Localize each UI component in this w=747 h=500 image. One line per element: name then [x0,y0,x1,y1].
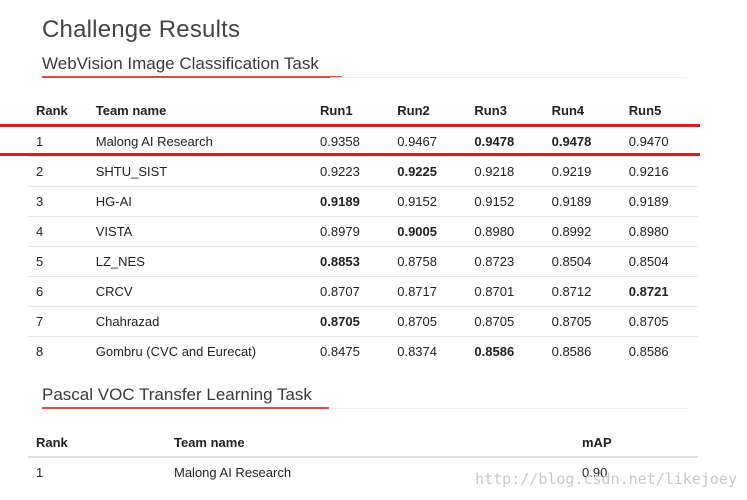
cell-team: VISTA [95,224,133,239]
cell-team: LZ_NES [95,254,145,269]
table-row: 7 Chahrazad 0.8705 0.8705 0.8705 0.8705 0.8705 [28,307,698,337]
cell-run2: 0.8374 [397,344,437,359]
cell-run5: 0.9189 [628,194,669,209]
cell-run3: 0.9218 [474,164,515,179]
cell-run1: 0.8705 [320,314,360,329]
col-header-run4: Run4 [551,103,585,118]
cell-rank: 4 [36,224,44,239]
cell-rank: 2 [36,164,44,179]
cell-run1: 0.8979 [320,224,360,239]
cell-run1: 0.9223 [320,164,360,179]
cell-rank: 7 [36,314,44,329]
cell-run3: 0.8586 [474,344,515,359]
watermark-text: http://blog.csdn.net/likejoey [475,470,737,488]
col-header-team: Team name [95,103,167,118]
cell-run5: 0.8586 [628,344,669,359]
col-header-rank: Rank [36,434,68,450]
cell-run5: 0.8705 [628,314,669,329]
table-row: 8 Gombru (CVC and Eurecat) 0.8475 0.8374 0.8… [28,337,698,367]
webvision-title-underline [42,76,342,78]
cell-team: CRCV [95,284,133,299]
col-header-rank: Rank [36,103,68,118]
col-header-run1: Run1 [320,103,353,118]
table-row: 6 CRCV 0.8707 0.8717 0.8701 0.8712 0.8721 [28,277,698,307]
webvision-section-title: WebVision Image Classification Task [42,54,342,78]
cell-run3: 0.9152 [474,194,515,209]
cell-run2: 0.9225 [397,164,437,179]
cell-run2: 0.9152 [397,194,437,209]
col-header-run2: Run2 [397,103,430,118]
cell-run1: 0.9358 [320,134,360,149]
cell-run4: 0.8504 [551,254,592,269]
cell-run1: 0.8707 [320,284,360,299]
cell-rank: 1 [36,134,44,149]
highlight-line-top [0,124,700,127]
table-row: 5 LZ_NES 0.8853 0.8758 0.8723 0.8504 0.8504 [28,247,698,277]
cell-team: Malong AI Research [95,134,213,149]
pascal-title-text: Pascal VOC Transfer Learning Task [42,385,312,404]
cell-rank: 8 [36,344,44,359]
cell-run4: 0.8992 [551,224,592,239]
cell-run5: 0.9470 [628,134,669,149]
table-row: 3 HG-AI 0.9189 0.9152 0.9152 0.9189 0.9189 [28,187,698,217]
cell-run3: 0.8980 [474,224,515,239]
webvision-title-text: WebVision Image Classification Task [42,54,319,73]
cell-run3: 0.8723 [474,254,515,269]
cell-run4: 0.8586 [551,344,592,359]
cell-run2: 0.8705 [397,314,437,329]
table-header-row: Rank Team name Run1 Run2 Run3 Run4 Run5 [28,96,698,126]
cell-run5: 0.8980 [628,224,669,239]
cell-run4: 0.8705 [551,314,592,329]
pascal-title-underline [42,407,329,409]
col-header-map: mAP [582,434,612,450]
cell-run5: 0.8504 [628,254,669,269]
webvision-results-table: Rank Team name Run1 Run2 Run3 Run4 Run5 … [28,96,698,366]
cell-run5: 0.9216 [628,164,669,179]
cell-rank: 5 [36,254,44,269]
cell-team: Gombru (CVC and Eurecat) [95,344,257,359]
highlight-line-bottom [0,153,700,156]
cell-run4: 0.8712 [551,284,592,299]
col-header-run5: Run5 [628,103,662,118]
cell-run5: 0.8721 [628,284,669,299]
cell-run4: 0.9189 [551,194,592,209]
page-title: Challenge Results [42,16,241,43]
pascal-section-title: Pascal VOC Transfer Learning Task [42,385,329,409]
table-row: 1 Malong AI Research 0.9358 0.9467 0.9478 0.9… [28,126,698,157]
cell-team: HG-AI [95,194,132,209]
webvision-table-body: 1 Malong AI Research 0.9358 0.9467 0.9478 0.9… [28,126,698,366]
cell-rank: 6 [36,284,44,299]
cell-run3: 0.9478 [474,134,515,149]
cell-run4: 0.9478 [551,134,592,149]
webvision-section-rule [330,77,687,78]
table-header-row: Rank Team name mAP [28,428,698,457]
col-header-team: Team name [174,434,245,450]
cell-run1: 0.9189 [320,194,360,209]
cell-rank: 3 [36,194,44,209]
cell-run1: 0.8475 [320,344,360,359]
cell-run2: 0.9467 [397,134,437,149]
cell-rank: 1 [36,464,44,480]
cell-run2: 0.8758 [397,254,437,269]
pascal-section-rule [330,408,687,409]
cell-run3: 0.8705 [474,314,515,329]
cell-run1: 0.8853 [320,254,360,269]
cell-team: Chahrazad [95,314,160,329]
cell-run3: 0.8701 [474,284,515,299]
table-row: 2 SHTU_SIST 0.9223 0.9225 0.9218 0.9219 0.9216 [28,157,698,187]
table-row: 4 VISTA 0.8979 0.9005 0.8980 0.8992 0.8980 [28,217,698,247]
cell-team: SHTU_SIST [95,164,168,179]
cell-run4: 0.9219 [551,164,592,179]
cell-run2: 0.9005 [397,224,437,239]
cell-run2: 0.8717 [397,284,437,299]
col-header-run3: Run3 [474,103,507,118]
